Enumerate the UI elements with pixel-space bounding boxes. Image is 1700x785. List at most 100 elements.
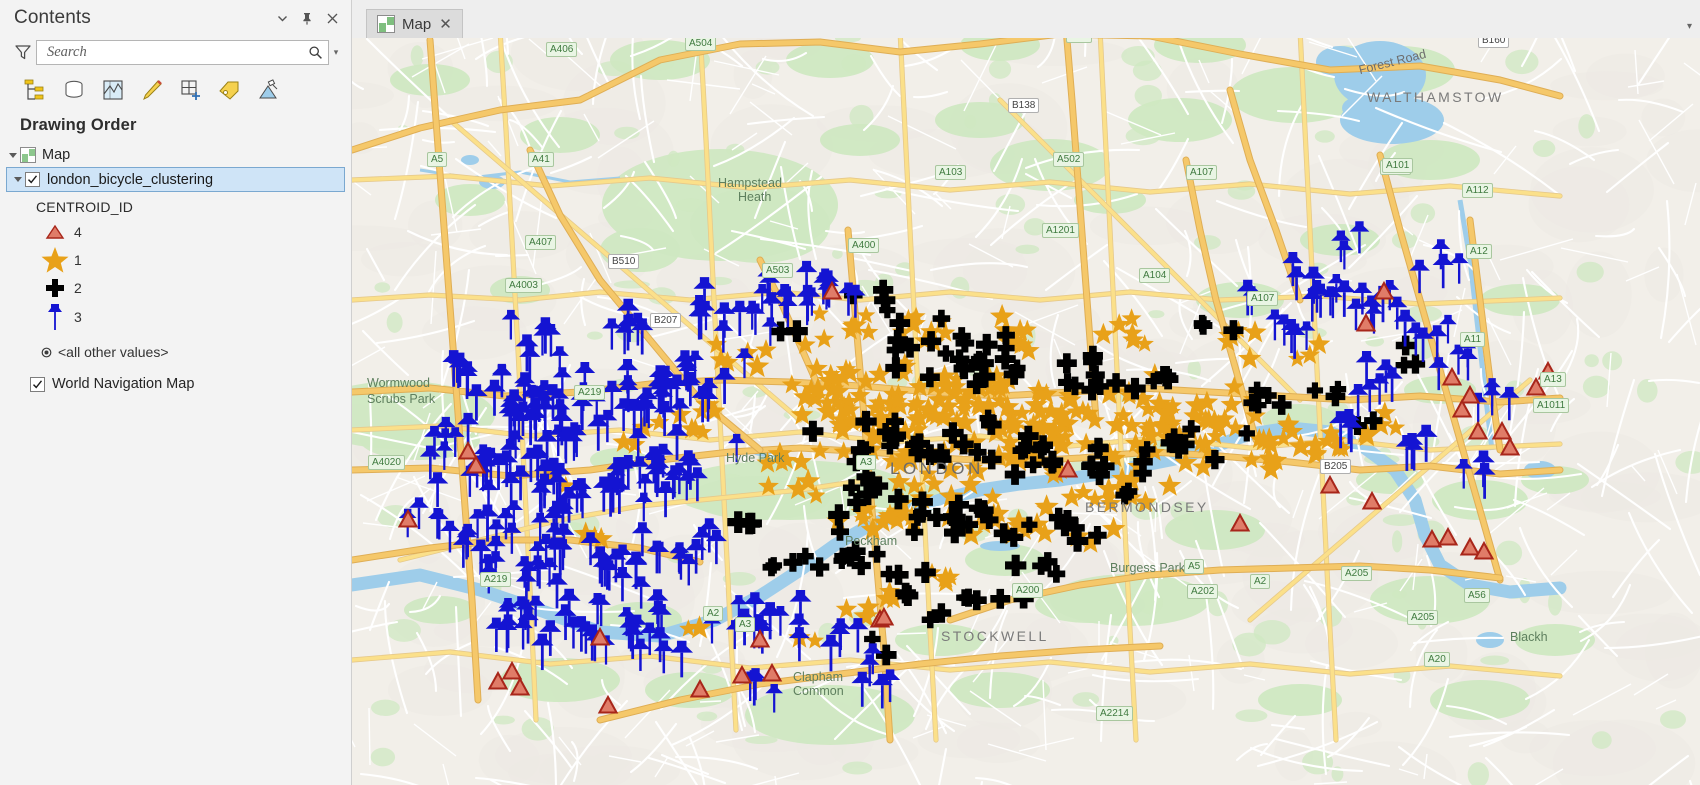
contents-toolbar <box>0 66 351 110</box>
road-shield: A4003 <box>505 278 542 293</box>
road-shield: A104 <box>1380 160 1412 175</box>
search-input[interactable] <box>47 40 306 64</box>
map-canvas[interactable]: Hampstead Heath Wormwood Scrubs Park Hyde Pa… <box>352 38 1700 785</box>
map-label: Wormwood <box>367 376 430 390</box>
basemap-visibility-checkbox[interactable] <box>30 376 45 392</box>
legend-label-other: <all other values> <box>58 344 169 360</box>
road-shield: A504 <box>685 38 717 51</box>
map-label: Hyde Park <box>726 451 785 465</box>
chevron-down-icon[interactable]: ▾ <box>1687 21 1692 32</box>
map-label: Hampstead <box>718 176 782 190</box>
road-shield: A1011 <box>1533 398 1570 413</box>
road-shield: A502 <box>1053 152 1085 167</box>
tab-map[interactable]: Map ✕ <box>366 9 463 38</box>
view-tabstrip: Map ✕ ▾ <box>352 0 1700 38</box>
list-by-charts-icon[interactable] <box>254 75 284 105</box>
road-shield: A12 <box>1466 244 1492 259</box>
road-shield: A3 <box>856 455 877 470</box>
map-label: Forest Road <box>1357 46 1428 78</box>
road-shield: A200 <box>1012 583 1044 598</box>
toc-basemap-label: World Navigation Map <box>52 376 195 392</box>
road-shield: A56 <box>1464 588 1490 603</box>
road-shield: B510 <box>608 254 640 269</box>
toc-map-label: Map <box>42 147 71 163</box>
toc-map-node[interactable]: Map <box>0 143 351 167</box>
road-shield: B160 <box>1478 38 1510 48</box>
map-label: STOCKWELL <box>941 628 1049 644</box>
map-icon <box>377 15 395 33</box>
map-label: Common <box>793 684 844 698</box>
road-shield: A2 <box>1250 574 1271 589</box>
page-title: Contents <box>14 7 91 28</box>
arcgis-pro-window: Contents Search ▾ Drawing Order Map lond… <box>0 0 1700 785</box>
road-shield: A107 <box>1186 165 1218 180</box>
map-view-area: Map ✕ ▾ Hampstead Heath Wormwood Scrubs Par… <box>352 0 1700 785</box>
road-shield: A101 <box>1382 158 1414 173</box>
road-shield: A107 <box>1247 291 1279 306</box>
contents-pane-header: Contents <box>0 0 351 36</box>
road-shield: B205 <box>1320 459 1352 474</box>
map-label: Blackh <box>1510 630 1548 644</box>
map-label: BERMONDSEY <box>1085 499 1209 515</box>
map-label: Clapham <box>793 670 844 684</box>
search-options-caret[interactable]: ▾ <box>329 40 343 65</box>
road-shield: A41 <box>528 152 554 167</box>
road-shield: A5 <box>1184 559 1205 574</box>
close-icon[interactable] <box>325 11 339 25</box>
map-labels-layer: Hampstead Heath Wormwood Scrubs Park Hyde Pa… <box>352 38 1700 785</box>
road-shield: A205 <box>1407 610 1439 625</box>
road-shield: A202 <box>1187 584 1219 599</box>
cross-icon <box>36 277 74 299</box>
road-shield: A13 <box>1540 372 1566 387</box>
road-shield: A103 <box>935 165 967 180</box>
road-shield: A2 <box>703 606 724 621</box>
layer-visibility-checkbox[interactable] <box>25 172 40 187</box>
road-shield: B138 <box>1008 98 1040 113</box>
map-label: Scrubs Park <box>367 392 436 406</box>
legend-label-3: 3 <box>74 309 82 325</box>
pin-icon[interactable] <box>300 11 314 25</box>
map-label: Peckham <box>845 534 898 548</box>
road-shield: A2214 <box>1096 706 1133 721</box>
table-of-contents: Map london_bicycle_clustering CENTROID_I… <box>0 143 351 397</box>
legend-item-1[interactable]: 1 <box>0 245 351 275</box>
legend-item-other-values[interactable]: <all other values> <box>0 339 351 365</box>
list-by-editing-icon[interactable] <box>137 75 167 105</box>
road-shield: A4020 <box>368 455 405 470</box>
legend-item-2[interactable]: 2 <box>0 275 351 301</box>
list-by-selection-icon[interactable] <box>98 75 128 105</box>
tab-map-label: Map <box>402 15 432 33</box>
road-shield: A104 <box>1139 268 1171 283</box>
pane-buttons <box>275 11 343 25</box>
filter-icon[interactable] <box>10 40 36 64</box>
list-by-data-source-icon[interactable] <box>59 75 89 105</box>
map-label: LONDON <box>890 459 984 478</box>
search-row: ▾ <box>8 38 343 66</box>
symbology-field-name: CENTROID_ID <box>36 199 134 215</box>
chevron-down-icon[interactable] <box>275 11 289 25</box>
pushpin-icon <box>36 302 74 332</box>
drawing-order-heading: Drawing Order <box>20 116 137 134</box>
legend-label-1: 1 <box>74 252 82 268</box>
toc-layer-node[interactable]: london_bicycle_clustering <box>6 167 345 192</box>
search-icon[interactable] <box>306 43 324 61</box>
expander-icon[interactable] <box>6 152 20 158</box>
legend-item-4[interactable]: 4 <box>0 219 351 245</box>
star-icon <box>36 246 74 274</box>
expander-icon[interactable] <box>11 177 25 182</box>
list-by-snapping-icon[interactable] <box>176 75 206 105</box>
road-shield: A1201 <box>1042 223 1079 238</box>
list-by-labeling-icon[interactable] <box>215 75 245 105</box>
road-shield: A407 <box>525 235 557 250</box>
toc-layer-label: london_bicycle_clustering <box>47 171 214 188</box>
list-by-drawing-order-icon[interactable] <box>20 75 50 105</box>
close-icon[interactable]: ✕ <box>438 17 453 32</box>
road-shield: A3 <box>735 617 756 632</box>
road-shield: A503 <box>762 263 794 278</box>
road-shield: A406 <box>546 42 578 57</box>
map-label: WALTHAMSTOW <box>1367 89 1504 105</box>
legend-item-3[interactable]: 3 <box>0 301 351 333</box>
map-label: Burgess Park <box>1110 561 1186 575</box>
toc-basemap-node[interactable]: World Navigation Map <box>0 371 351 397</box>
search-box[interactable] <box>36 39 329 65</box>
